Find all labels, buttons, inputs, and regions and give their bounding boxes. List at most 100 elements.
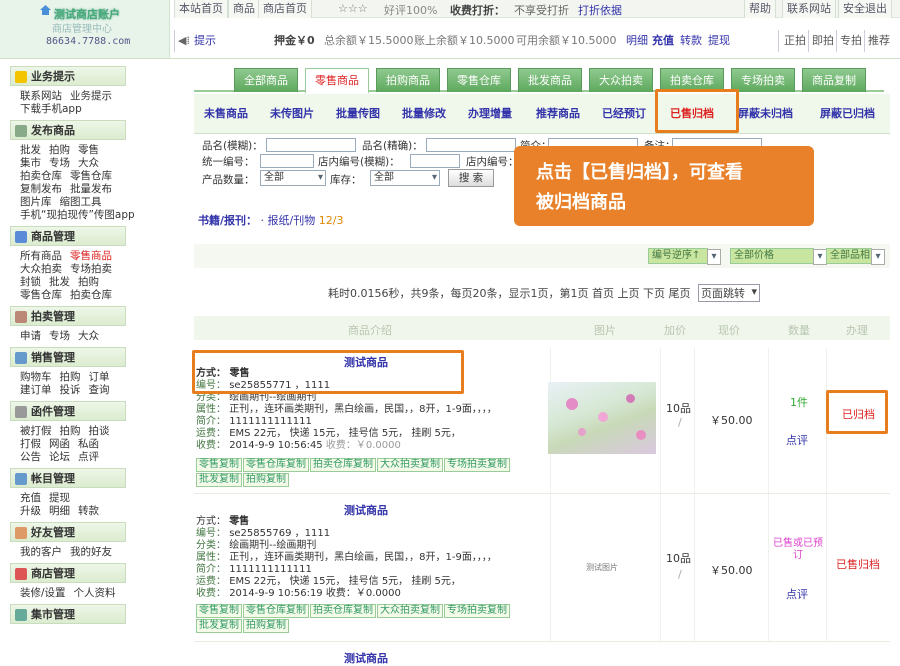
sidebar-item[interactable]: 购物车 bbox=[20, 371, 52, 383]
filter-name-fuzzy-input[interactable] bbox=[266, 138, 356, 152]
sidebar-item[interactable]: 大众 bbox=[78, 330, 99, 342]
sidebar-item[interactable]: 批量发布 bbox=[70, 183, 112, 195]
auction-normal-link[interactable]: 正拍 bbox=[784, 30, 806, 52]
sidebar-item[interactable]: 被打假 bbox=[20, 425, 52, 437]
nav-shop-home[interactable]: 商店首页 bbox=[258, 0, 312, 18]
sidebar-item[interactable]: 网函 bbox=[49, 438, 70, 450]
filter-name-exact-input[interactable] bbox=[426, 138, 516, 152]
help-link[interactable]: 帮助 bbox=[744, 0, 776, 18]
subtab-4[interactable]: 办理增量 bbox=[468, 105, 512, 121]
sidebar-item[interactable]: 集市 bbox=[20, 157, 41, 169]
tab-4[interactable]: 批发商品 bbox=[518, 68, 582, 92]
auction-special-link[interactable]: 专拍 bbox=[840, 30, 862, 52]
sidebar-section-title[interactable]: 发布商品 bbox=[10, 120, 126, 140]
copy-action-button[interactable]: 拍卖仓库复制 bbox=[310, 604, 376, 618]
sidebar-item[interactable]: 图片库 bbox=[20, 196, 52, 208]
sidebar-item[interactable]: 拍卖仓库 bbox=[20, 170, 62, 182]
sidebar-item[interactable]: 装修/设置 bbox=[20, 587, 66, 599]
sidebar-section-title[interactable]: 集市管理 bbox=[10, 604, 126, 624]
sidebar-item[interactable]: 明细 bbox=[49, 505, 70, 517]
tab-7[interactable]: 专场拍卖 bbox=[731, 68, 795, 92]
sidebar-item[interactable]: 所有商品 bbox=[20, 250, 62, 262]
sidebar-item[interactable]: 批发 bbox=[49, 276, 70, 288]
sidebar-item[interactable]: 下载手机app bbox=[20, 103, 82, 115]
sidebar-item[interactable]: 专场 bbox=[49, 330, 70, 342]
filter-uid-input[interactable] bbox=[260, 154, 314, 168]
subtab-6[interactable]: 已经预订 bbox=[602, 105, 646, 121]
detail-link[interactable]: 明细 bbox=[626, 30, 648, 52]
tab-5[interactable]: 大众拍卖 bbox=[589, 68, 653, 92]
transfer-link[interactable]: 转款 bbox=[680, 30, 702, 52]
subtab-1[interactable]: 未传图片 bbox=[270, 105, 314, 121]
sidebar-item[interactable]: 点评 bbox=[78, 451, 99, 463]
recommend-link[interactable]: 推荐 bbox=[868, 30, 890, 52]
copy-action-button[interactable]: 专场拍卖复制 bbox=[444, 458, 510, 472]
sidebar-section-title[interactable]: 函件管理 bbox=[10, 401, 126, 421]
sidebar-item[interactable]: 大众拍卖 bbox=[20, 263, 62, 275]
recharge-link[interactable]: 充值 bbox=[652, 30, 674, 52]
discount-link[interactable]: 打折依据 bbox=[578, 2, 622, 18]
sort-order-select[interactable]: 编号逆序↑ bbox=[648, 248, 721, 265]
auction-instant-link[interactable]: 即拍 bbox=[812, 30, 834, 52]
tab-0[interactable]: 全部商品 bbox=[234, 68, 298, 92]
search-button[interactable]: 搜 索 bbox=[448, 169, 494, 187]
sidebar-item[interactable]: 拍购 bbox=[78, 276, 99, 288]
contact-link[interactable]: 联系网站 bbox=[782, 0, 836, 18]
sidebar-item[interactable]: 联系网站 bbox=[20, 90, 62, 102]
subtab-8[interactable]: 屏蔽未归档 bbox=[738, 105, 793, 121]
nav-site-home[interactable]: 本站首页 bbox=[174, 0, 228, 18]
copy-action-button[interactable]: 批发复制 bbox=[196, 473, 242, 487]
condition-filter-select[interactable]: 全部品相 bbox=[826, 248, 885, 265]
copy-action-button[interactable]: 零售仓库复制 bbox=[243, 458, 309, 472]
sidebar-item[interactable]: 拍卖仓库 bbox=[70, 289, 112, 301]
sidebar-item[interactable]: 封锁 bbox=[20, 276, 41, 288]
sidebar-section-title[interactable]: 商店管理 bbox=[10, 563, 126, 583]
nav-goods[interactable]: 商品 bbox=[228, 0, 260, 18]
copy-action-button[interactable]: 零售复制 bbox=[196, 458, 242, 472]
newspaper-link[interactable]: 报纸/刊物 bbox=[268, 214, 316, 227]
sidebar-item[interactable]: 订单 bbox=[89, 371, 110, 383]
review-link[interactable]: 点评 bbox=[786, 586, 808, 602]
copy-action-button[interactable]: 零售复制 bbox=[196, 604, 242, 618]
sidebar-item[interactable]: 零售商品 bbox=[70, 250, 112, 262]
sidebar-item[interactable]: 充值 bbox=[20, 492, 41, 504]
review-link[interactable]: 点评 bbox=[786, 432, 808, 448]
sidebar-item[interactable]: 零售仓库 bbox=[70, 170, 112, 182]
filter-shopid-input[interactable] bbox=[410, 154, 460, 168]
sidebar-item[interactable]: 升级 bbox=[20, 505, 41, 517]
copy-action-button[interactable]: 拍购复制 bbox=[243, 473, 289, 487]
copy-action-button[interactable]: 大众拍卖复制 bbox=[377, 604, 443, 618]
sidebar-item[interactable]: 申请 bbox=[20, 330, 41, 342]
sidebar-item[interactable]: 专场拍卖 bbox=[70, 263, 112, 275]
tab-8[interactable]: 商品复制 bbox=[802, 68, 866, 92]
sidebar-item[interactable]: 拍购 bbox=[60, 371, 81, 383]
page-jump-select[interactable]: 页面跳转 bbox=[697, 284, 760, 302]
sidebar-item[interactable]: 业务提示 bbox=[70, 90, 112, 102]
sidebar-item[interactable]: 零售仓库 bbox=[20, 289, 62, 301]
sidebar-section-title[interactable]: 业务提示 bbox=[10, 66, 126, 86]
copy-action-button[interactable]: 专场拍卖复制 bbox=[444, 604, 510, 618]
price-filter-select[interactable]: 全部价格 bbox=[730, 248, 827, 265]
sidebar-item[interactable]: 批发 bbox=[20, 144, 41, 156]
tab-2[interactable]: 拍购商品 bbox=[376, 68, 440, 92]
tip-link[interactable]: 提示 bbox=[194, 30, 216, 52]
sidebar-item[interactable]: 个人资料 bbox=[74, 587, 116, 599]
sidebar-item[interactable]: 拍购 bbox=[49, 144, 70, 156]
subtab-5[interactable]: 推荐商品 bbox=[536, 105, 580, 121]
sidebar-item[interactable]: 专场 bbox=[49, 157, 70, 169]
copy-action-button[interactable]: 批发复制 bbox=[196, 619, 242, 633]
sidebar-section-title[interactable]: 商品管理 bbox=[10, 226, 126, 246]
sidebar-item[interactable]: 建订单 bbox=[20, 384, 52, 396]
sidebar-item[interactable]: 拍谈 bbox=[89, 425, 110, 437]
withdraw-link[interactable]: 提现 bbox=[708, 30, 730, 52]
sidebar-item[interactable]: 手机“现拍现传”传图app bbox=[20, 209, 135, 221]
sidebar-item[interactable]: 复制发布 bbox=[20, 183, 62, 195]
copy-action-button[interactable]: 拍卖仓库复制 bbox=[310, 458, 376, 472]
sidebar-item[interactable]: 私函 bbox=[78, 438, 99, 450]
sidebar-item[interactable]: 投诉 bbox=[60, 384, 81, 396]
sidebar-item[interactable]: 转款 bbox=[78, 505, 99, 517]
sidebar-item[interactable]: 论坛 bbox=[49, 451, 70, 463]
subtab-3[interactable]: 批量修改 bbox=[402, 105, 446, 121]
product-photo[interactable] bbox=[548, 382, 656, 454]
sidebar-item[interactable]: 缩图工具 bbox=[60, 196, 102, 208]
